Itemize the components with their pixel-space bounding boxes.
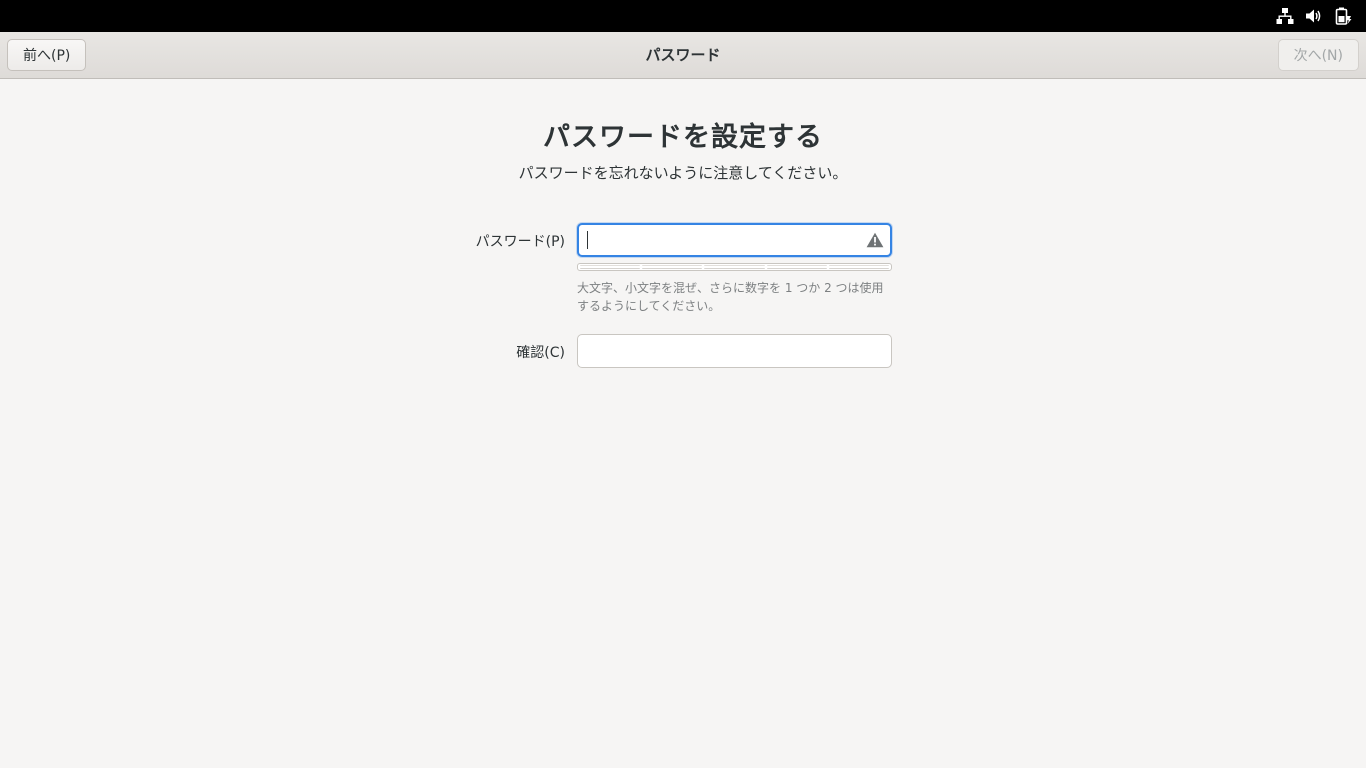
volume-icon[interactable] xyxy=(1305,7,1323,25)
top-panel xyxy=(0,0,1366,32)
confirm-label: 確認(C) xyxy=(516,345,565,361)
strength-segment xyxy=(580,265,641,269)
strength-segment xyxy=(828,265,890,269)
password-strength-meter xyxy=(577,263,892,271)
warning-icon xyxy=(866,232,884,248)
battery-icon[interactable] xyxy=(1334,7,1352,25)
main-subtitle: パスワードを忘れないように注意してください。 xyxy=(518,164,848,182)
password-label: パスワード(P) xyxy=(475,234,565,250)
header-bar: 前へ(P) パスワード 次へ(N) xyxy=(0,32,1366,79)
password-hint: 大文字、小文字を混ぜ、さらに数字を 1 つか 2 つは使用するようにしてください… xyxy=(577,281,884,313)
strength-segment xyxy=(766,265,827,269)
main-heading: パスワードを設定する xyxy=(543,122,823,153)
system-tray[interactable] xyxy=(1276,0,1352,32)
network-wired-icon[interactable] xyxy=(1276,7,1294,25)
password-input[interactable] xyxy=(577,223,892,257)
confirm-password-input[interactable] xyxy=(577,334,892,368)
strength-segment xyxy=(642,265,703,269)
next-button[interactable]: 次へ(N) xyxy=(1277,39,1359,71)
text-caret xyxy=(587,231,588,249)
previous-button[interactable]: 前へ(P) xyxy=(7,39,87,71)
page-title: パスワード xyxy=(645,46,721,64)
strength-segment xyxy=(704,265,765,269)
